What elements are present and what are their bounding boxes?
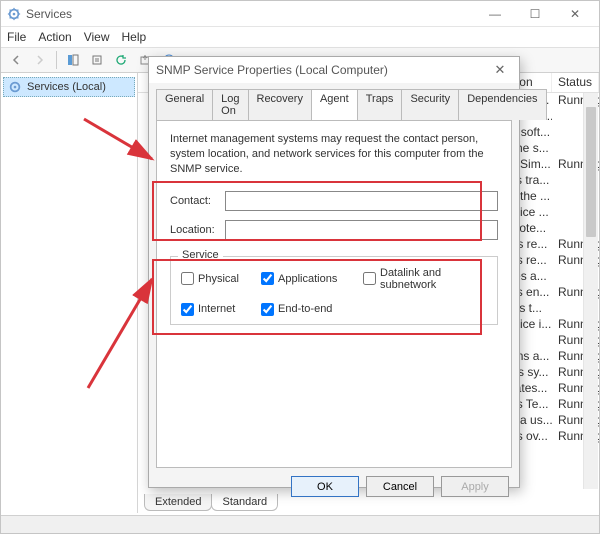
- checkbox-endtoend[interactable]: End-to-end: [261, 303, 363, 316]
- dialog-close-button[interactable]: ✕: [488, 61, 512, 79]
- dialog-title: SNMP Service Properties (Local Computer): [156, 63, 388, 77]
- services-app-icon: [7, 7, 21, 21]
- back-button[interactable]: [5, 50, 27, 70]
- location-input[interactable]: [225, 220, 498, 240]
- menubar: File Action View Help: [1, 27, 599, 47]
- col-header-status[interactable]: Status: [552, 73, 599, 92]
- menu-help[interactable]: Help: [122, 30, 147, 44]
- cancel-button[interactable]: Cancel: [366, 476, 434, 497]
- location-label: Location:: [170, 224, 225, 236]
- scroll-thumb[interactable]: [586, 107, 596, 237]
- dialog-tab-logon[interactable]: Log On: [212, 89, 248, 120]
- service-legend: Service: [178, 249, 223, 261]
- gear-icon: [8, 80, 22, 94]
- dialog-tab-agent[interactable]: Agent: [311, 89, 358, 120]
- ok-button[interactable]: OK: [291, 476, 359, 497]
- dialog-tabstrip: General Log On Recovery Agent Traps Secu…: [156, 89, 512, 120]
- minimize-button[interactable]: —: [475, 2, 515, 26]
- titlebar: Services — ☐ ✕: [1, 1, 599, 27]
- contact-label: Contact:: [170, 195, 225, 207]
- checkbox-datalink[interactable]: Datalink and subnetwork: [363, 267, 487, 291]
- dialog-tab-recovery[interactable]: Recovery: [248, 89, 312, 120]
- show-hide-button[interactable]: [62, 50, 84, 70]
- maximize-button[interactable]: ☐: [515, 2, 555, 26]
- menu-view[interactable]: View: [84, 30, 110, 44]
- refresh-button[interactable]: [110, 50, 132, 70]
- apply-button[interactable]: Apply: [441, 476, 509, 497]
- close-button[interactable]: ✕: [555, 2, 595, 26]
- checkbox-internet[interactable]: Internet: [181, 303, 261, 316]
- checkbox-physical[interactable]: Physical: [181, 267, 261, 291]
- statusbar: [1, 515, 599, 533]
- checkbox-applications[interactable]: Applications: [261, 267, 363, 291]
- window-title: Services: [26, 7, 475, 21]
- contact-input[interactable]: [225, 191, 498, 211]
- tree-item-services-local[interactable]: Services (Local): [3, 77, 135, 97]
- dialog-titlebar: SNMP Service Properties (Local Computer)…: [149, 57, 519, 83]
- service-groupbox: Service Physical Applications Datalink a…: [170, 256, 498, 325]
- dialog-tab-traps[interactable]: Traps: [357, 89, 403, 120]
- vertical-scrollbar[interactable]: [583, 93, 598, 489]
- tree-item-label: Services (Local): [27, 81, 106, 93]
- menu-file[interactable]: File: [7, 30, 26, 44]
- dialog-button-row: OK Cancel Apply: [149, 468, 519, 505]
- snmp-properties-dialog: SNMP Service Properties (Local Computer)…: [148, 56, 520, 488]
- dialog-tabpage-agent: Internet management systems may request …: [156, 120, 512, 468]
- tree-pane: Services (Local): [1, 73, 138, 513]
- dialog-tab-security[interactable]: Security: [401, 89, 459, 120]
- dialog-tab-dependencies[interactable]: Dependencies: [458, 89, 546, 120]
- agent-info-text: Internet management systems may request …: [170, 132, 498, 177]
- properties-button[interactable]: [86, 50, 108, 70]
- menu-action[interactable]: Action: [38, 30, 71, 44]
- dialog-tab-general[interactable]: General: [156, 89, 213, 120]
- forward-button[interactable]: [29, 50, 51, 70]
